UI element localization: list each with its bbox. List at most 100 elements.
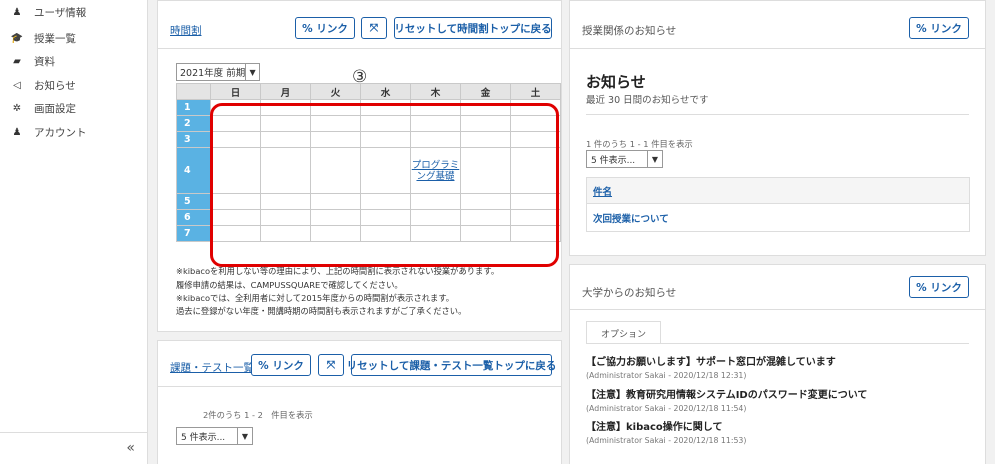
collapse-sidebar-button[interactable]: « [126,440,135,456]
sidebar-item-label: お知らせ [34,79,76,92]
announcements-title: 授業関係のお知らせ [582,25,677,37]
timetable-cell [260,115,311,132]
sidebar-item-account[interactable]: ♟ アカウント [10,123,87,141]
timetable-note: ※kibacoを利用しない等の理由により、上記の時間割に表示されない授業がありま… [176,266,500,276]
period-label: 1 [176,99,211,116]
timetable-note: 履修申請の結果は、CAMPUSSQUAREで確認してください。 [176,280,403,290]
sidebar-item-announcements[interactable]: ◁ お知らせ [10,76,76,94]
period-label: 2 [176,115,211,132]
expand-icon[interactable]: ⤧ [361,17,387,39]
announcements-link-button[interactable]: % リンク [909,17,969,39]
timetable-cell [310,115,361,132]
sidebar-item-label: アカウント [34,126,87,139]
timetable-cell [310,209,361,226]
course-link[interactable]: プログラミング基礎 [411,160,460,182]
timetable-cell [210,115,261,132]
university-link-button[interactable]: % リンク [909,276,969,298]
period-label: 6 [176,209,211,226]
announcements-page-size-select[interactable]: 5 件表示... ▼ [586,150,663,168]
tasks-title[interactable]: 課題・テスト一覧 [170,360,254,375]
timetable-row: 6 [176,209,561,226]
chevron-down-icon: ▼ [245,64,259,80]
divider [158,48,561,49]
sidebar-item-user-info[interactable]: ♟ ユーザ情報 [10,3,87,21]
announcements-heading: お知らせ [586,73,646,91]
timetable-cell [510,99,561,116]
timetable-cell [460,131,511,148]
timetable-cell [260,147,311,194]
tasks-count-text: 2件のうち 1 - 2 件目を表示 [203,410,313,420]
timetable-row: 4 プログラミング基礎 [176,147,561,194]
announcement-meta: (Administrator Sakai - 2020/12/18 11:53) [586,436,747,445]
timetable-cell [410,131,461,148]
timetable-cell [410,193,461,210]
university-announcements-panel: 大学からのお知らせ % リンク オプション 【ご協力お願いします】サポート窓口が… [569,264,986,464]
timetable-cell [310,193,361,210]
timetable-cell [510,131,561,148]
timetable-cell [210,99,261,116]
tasks-page-size-select[interactable]: 5 件表示... ▼ [176,427,253,445]
day-header: 日 [210,83,261,100]
table-row[interactable]: 次回授業について [587,204,969,231]
announcements-subheading: 最近 30 日間のお知らせです [586,95,709,106]
timetable-cell [460,115,511,132]
page-size-value: 5 件表示... [181,432,226,443]
timetable-cell [210,193,261,210]
annotation-marker: ③ [352,67,368,87]
timetable-cell [410,225,461,242]
sidebar-item-display-settings[interactable]: ✲ 画面設定 [10,99,76,117]
university-title: 大学からのお知らせ [582,287,677,299]
sidebar-item-courses[interactable]: 🎓 授業一覧 [10,29,76,47]
folder-icon: ▰ [13,55,21,67]
list-item[interactable]: 【注意】kibaco操作に関して (Administrator Sakai - … [586,418,746,445]
timetable-cell [360,209,411,226]
announcement-title[interactable]: 【注意】教育研究用情報システムIDのパスワード変更について [586,386,867,401]
course-announcements-panel: 授業関係のお知らせ % リンク お知らせ 最近 30 日間のお知らせです 1 件… [569,0,986,256]
timetable-note: ※kibacoでは、全利用者に対して2015年度からの時間割が表示されます。 [176,293,455,303]
timetable-note: 過去に登録がない年度・開講時期の時間割も表示されますがご了承ください。 [176,306,467,316]
timetable-cell [510,225,561,242]
timetable-cell: プログラミング基礎 [410,147,461,194]
announcement-title[interactable]: 【注意】kibaco操作に関して [586,418,746,433]
timetable-reset-button[interactable]: リセットして時間割トップに戻る [394,17,552,39]
timetable-cell [310,225,361,242]
timetable-cell [360,99,411,116]
divider [0,432,147,433]
timetable-header-row: 日 月 火 水 木 金 土 [176,83,561,100]
list-item[interactable]: 【ご協力お願いします】サポート窓口が混雑しています (Administrator… [586,353,836,380]
expand-icon[interactable]: ⤧ [318,354,344,376]
day-header: 水 [360,83,411,100]
megaphone-icon: ◁ [13,79,21,91]
timetable-row: 3 [176,131,561,148]
timetable-cell [510,115,561,132]
tasks-reset-button[interactable]: リセットして課題・テスト一覧トップに戻る [347,354,556,376]
timetable-cell [460,193,511,210]
column-header-subject[interactable]: 件名 [587,178,969,204]
timetable-cell [310,147,361,194]
announcement-title[interactable]: 【ご協力お願いします】サポート窓口が混雑しています [586,353,836,368]
tasks-link-button[interactable]: % リンク [251,354,311,376]
sidebar-item-resources[interactable]: ▰ 資料 [10,52,55,70]
timetable-cell [360,115,411,132]
timetable-cell [460,225,511,242]
timetable-cell [510,147,561,194]
divider [586,114,969,115]
list-item[interactable]: 【注意】教育研究用情報システムIDのパスワード変更について (Administr… [586,386,867,413]
timetable-title[interactable]: 時間割 [170,23,202,38]
timetable-cell [260,225,311,242]
timetable-row: 1 [176,99,561,116]
term-select[interactable]: 2021年度 前期 ▼ [176,63,260,81]
timetable-cell [210,225,261,242]
timetable-cell [510,193,561,210]
tab-options[interactable]: オプション [586,321,661,344]
tasks-panel: 課題・テスト一覧 % リンク ⤧ リセットして課題・テスト一覧トップに戻る 2件… [157,340,562,464]
announcements-table: 件名 次回授業について [586,177,970,232]
timetable-link-button[interactable]: % リンク [295,17,355,39]
period-label: 3 [176,131,211,148]
day-header: 金 [460,83,511,100]
timetable-corner [176,83,211,100]
timetable-cell [210,147,261,194]
timetable-cell [310,131,361,148]
day-header: 月 [260,83,311,100]
chevron-down-icon: ▼ [237,428,252,444]
